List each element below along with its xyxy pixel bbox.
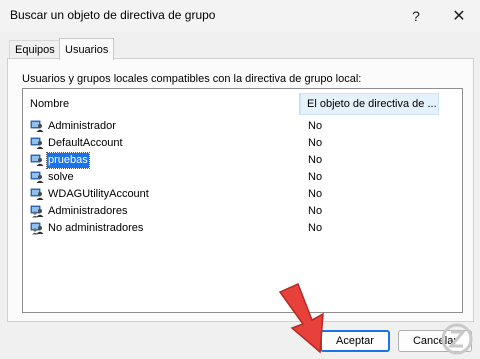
close-button[interactable]: ✕: [447, 5, 471, 27]
list-item[interactable]: WDAGUtilityAccount No: [23, 186, 462, 203]
list-item-value: No: [308, 137, 323, 149]
tab-usuarios[interactable]: Usuarios: [59, 38, 115, 60]
list-item[interactable]: solve No: [23, 169, 462, 186]
list-item-name: WDAGUtilityAccount: [48, 188, 149, 200]
accept-button[interactable]: Aceptar: [320, 330, 390, 352]
list-item-name: No administradores: [48, 222, 144, 234]
user-icon: [30, 153, 44, 167]
column-header-directiva[interactable]: El objeto de directiva de ...: [300, 93, 439, 115]
list-item-name: Administrador: [48, 120, 116, 132]
user-icon: [30, 119, 44, 133]
list-item[interactable]: Administrador No: [23, 118, 462, 135]
list-item-name: Administradores: [48, 205, 128, 217]
list-item-value: No: [308, 171, 323, 183]
column-header-nombre[interactable]: Nombre: [30, 98, 69, 110]
pointer-arrow-icon: [278, 282, 324, 354]
list-item-name: DefaultAccount: [48, 137, 123, 149]
user-icon: [30, 187, 44, 201]
group-icon: [30, 221, 44, 235]
list-item[interactable]: No administradores No: [23, 220, 462, 237]
list-item[interactable]: Administradores No: [23, 203, 462, 220]
watermark-logo-icon: [441, 323, 473, 355]
list-item[interactable]: pruebas No: [23, 152, 462, 169]
list-item-value: No: [308, 222, 323, 234]
list-header: Nombre El objeto de directiva de ...: [23, 89, 462, 115]
group-icon: [30, 204, 44, 218]
tab-equipos[interactable]: Equipos: [9, 40, 61, 59]
column-header-directiva-label: El objeto de directiva de ...: [307, 98, 437, 110]
list-item-value: No: [308, 154, 323, 166]
users-list[interactable]: Nombre El objeto de directiva de ... Adm…: [22, 88, 463, 313]
list-item-value: No: [308, 120, 323, 132]
list-item[interactable]: DefaultAccount No: [23, 135, 462, 152]
list-item-name: solve: [48, 171, 74, 183]
list-item-name: pruebas: [46, 152, 90, 169]
list-caption: Usuarios y grupos locales compatibles co…: [22, 73, 362, 85]
list-item-value: No: [308, 188, 323, 200]
user-icon: [30, 170, 44, 184]
title-bar: Buscar un objeto de directiva de grupo ?…: [0, 0, 480, 32]
window-title: Buscar un objeto de directiva de grupo: [10, 8, 216, 22]
help-button[interactable]: ?: [404, 5, 428, 27]
user-icon: [30, 136, 44, 150]
list-item-value: No: [308, 205, 323, 217]
